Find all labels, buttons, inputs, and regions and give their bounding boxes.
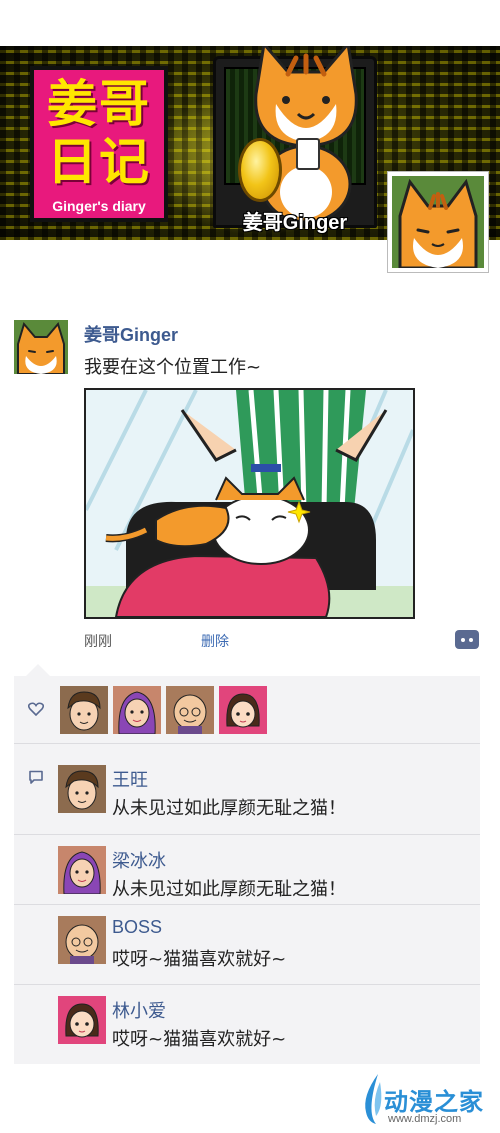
post-author-name[interactable]: 姜哥Ginger — [84, 321, 178, 347]
logo-line-2: 日记 — [47, 133, 151, 191]
avatar-purple-hair-woman-icon — [113, 686, 161, 734]
avatar-man-icon — [58, 765, 106, 813]
avatar-purple-hair-woman-icon — [58, 846, 106, 894]
id-badge-illustration — [296, 138, 320, 170]
comment-item: 王旺 从未见过如此厚颜无耻之猫！ — [14, 754, 480, 834]
avatar-pink-girl-icon — [219, 686, 267, 734]
watermark-title: 动漫之家 — [384, 1088, 484, 1116]
logo-line-1: 姜哥 — [47, 75, 151, 133]
heart-icon — [28, 702, 44, 716]
dmzj-logo-icon — [365, 1074, 382, 1124]
post-text: 我要在这个位置工作~ — [84, 357, 262, 378]
comment-text: 哎呀~猫猫喜欢就好~ — [112, 1029, 287, 1050]
comment-text: 从未见过如此厚颜无耻之猫！ — [112, 798, 346, 819]
profile-avatar[interactable] — [388, 172, 488, 272]
commenter-name[interactable]: 王旺 — [112, 766, 148, 792]
post-timestamp: 刚刚 — [84, 634, 112, 650]
likes-row — [14, 676, 480, 744]
post-image[interactable] — [84, 388, 415, 619]
dot-icon — [469, 638, 473, 642]
comment-text: 哎呀~猫猫喜欢就好~ — [112, 949, 287, 970]
watermark-url: www.dmzj.com — [388, 1113, 462, 1125]
gold-coin-illustration — [238, 138, 282, 202]
panel-caret — [26, 664, 50, 676]
commenter-avatar[interactable] — [58, 765, 106, 813]
dot-icon — [461, 638, 465, 642]
diary-logo: 姜哥 日记 Ginger's diary — [30, 66, 168, 222]
cat-avatar-icon — [14, 320, 68, 374]
comment-item: 梁冰冰 从未见过如此厚颜无耻之猫！ — [14, 834, 480, 914]
commenter-name[interactable]: 梁冰冰 — [112, 847, 166, 873]
avatar-bald-man-icon — [166, 686, 214, 734]
comment-text: 从未见过如此厚颜无耻之猫！ — [112, 879, 346, 900]
commenter-avatar[interactable] — [58, 846, 106, 894]
cat-avatar-icon — [392, 176, 484, 268]
like-avatar-2[interactable] — [113, 686, 161, 734]
banner-name: 姜哥Ginger — [242, 212, 348, 234]
avatar-pink-girl-icon — [58, 996, 106, 1044]
avatar-bald-man-icon — [58, 916, 106, 964]
like-avatar-4[interactable] — [219, 686, 267, 734]
like-avatar-3[interactable] — [166, 686, 214, 734]
delete-post-link[interactable]: 删除 — [201, 631, 229, 651]
reactions-panel: 王旺 从未见过如此厚颜无耻之猫！ 梁冰冰 从未见过如此厚颜无耻之猫！ BOSS … — [14, 676, 480, 1064]
commenter-name[interactable]: BOSS — [112, 917, 162, 938]
more-options-button[interactable] — [455, 630, 479, 649]
commenter-name[interactable]: 林小爱 — [112, 997, 166, 1023]
avatar-man-icon — [60, 686, 108, 734]
comic-panel-cat-on-chair — [86, 390, 413, 617]
post-author-avatar[interactable] — [14, 320, 68, 374]
comment-item: 林小爱 哎呀~猫猫喜欢就好~ — [14, 984, 480, 1064]
commenter-avatar[interactable] — [58, 916, 106, 964]
commenter-avatar[interactable] — [58, 996, 106, 1044]
logo-subtitle: Ginger's diary — [52, 198, 146, 214]
comment-item: BOSS 哎呀~猫猫喜欢就好~ — [14, 904, 480, 984]
like-avatar-1[interactable] — [60, 686, 108, 734]
